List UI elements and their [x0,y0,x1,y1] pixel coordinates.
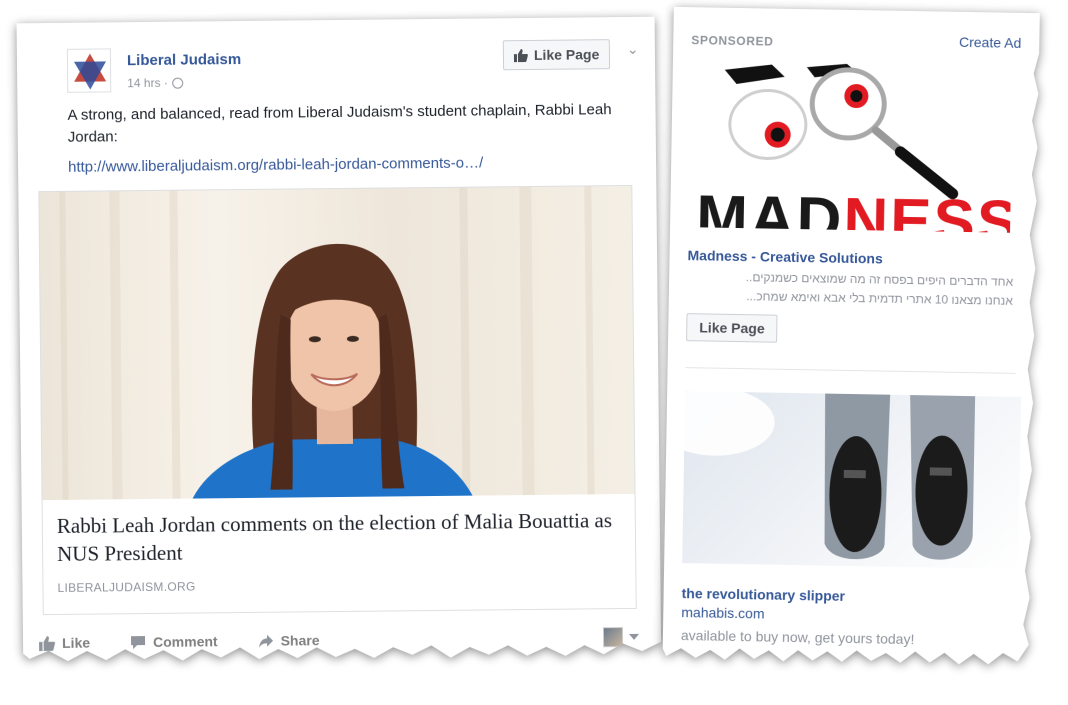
share-button[interactable]: Share [258,632,320,649]
sponsored-heading: SPONSORED [691,33,774,49]
post-actions-bar: Like Comment Share [39,627,639,653]
globe-icon [172,77,183,88]
star-of-david-logo [68,49,112,93]
post-as-selector[interactable] [603,627,639,647]
preview-image[interactable] [39,186,634,500]
caret-down-icon [629,634,639,640]
share-icon [258,633,274,648]
comment-icon [130,635,146,650]
post-link[interactable]: http://www.liberaljudaism.org/rabbi-leah… [68,154,483,175]
page-name-link[interactable]: Liberal Judaism [127,51,241,69]
share-label: Share [280,632,320,649]
chevron-down-icon[interactable]: ⌄ [627,41,639,58]
thumbs-up-icon [39,635,55,650]
slippers-image [682,391,1021,569]
create-ad-link[interactable]: Create Ad [959,34,1022,51]
user-avatar [603,627,623,647]
slipper-ad-description: available to buy now, get yours today! [680,627,915,648]
slipper-ad-domain[interactable]: mahabis.com [681,604,765,621]
page-avatar[interactable] [67,48,111,92]
like-label: Like [61,634,91,651]
rabbi-portrait-image [39,186,634,500]
sponsored-sidebar: SPONSORED Create Ad MADNESS Madness - Cr… [662,7,1040,685]
ad-divider [686,367,1016,374]
like-page-button[interactable]: Like Page [503,39,611,70]
madness-logo-text: MADNESS [695,183,1013,233]
like-page-label: Like Page [533,46,600,63]
slipper-ad-title[interactable]: the revolutionary slipper [682,585,846,604]
preview-title[interactable]: Rabbi Leah Jordan comments on the electi… [57,506,618,568]
link-preview[interactable]: Rabbi Leah Jordan comments on the electi… [38,185,636,615]
post-text: A strong, and balanced, read from Libera… [67,101,612,146]
news-feed-post: Liberal Judaism 14 hrs · Like Page ⌄ A s… [17,17,662,682]
post-timestamp[interactable]: 14 hrs · [127,76,168,90]
post-card-wrapper: Liberal Judaism 14 hrs · Like Page ⌄ A s… [17,17,662,682]
comment-button[interactable]: Comment [130,633,218,650]
post-meta: 14 hrs · [127,76,183,91]
slipper-ad-image[interactable] [682,391,1021,569]
madness-like-page-button[interactable]: Like Page [686,313,778,343]
madness-ad-body: אחד הדברים היפים בפסח זה מה שמוצאים כשמנ… [687,267,1014,311]
comment-label: Comment [152,633,218,650]
preview-domain: LIBERALJUDAISM.ORG [57,579,196,595]
like-button[interactable]: Like [39,635,90,652]
madness-ad-title[interactable]: Madness - Creative Solutions [687,247,883,266]
thumbs-up-icon [514,49,528,62]
sidebar-wrapper: SPONSORED Create Ad MADNESS Madness - Cr… [662,7,1040,685]
madness-ad-image[interactable]: MADNESS [694,57,1013,232]
